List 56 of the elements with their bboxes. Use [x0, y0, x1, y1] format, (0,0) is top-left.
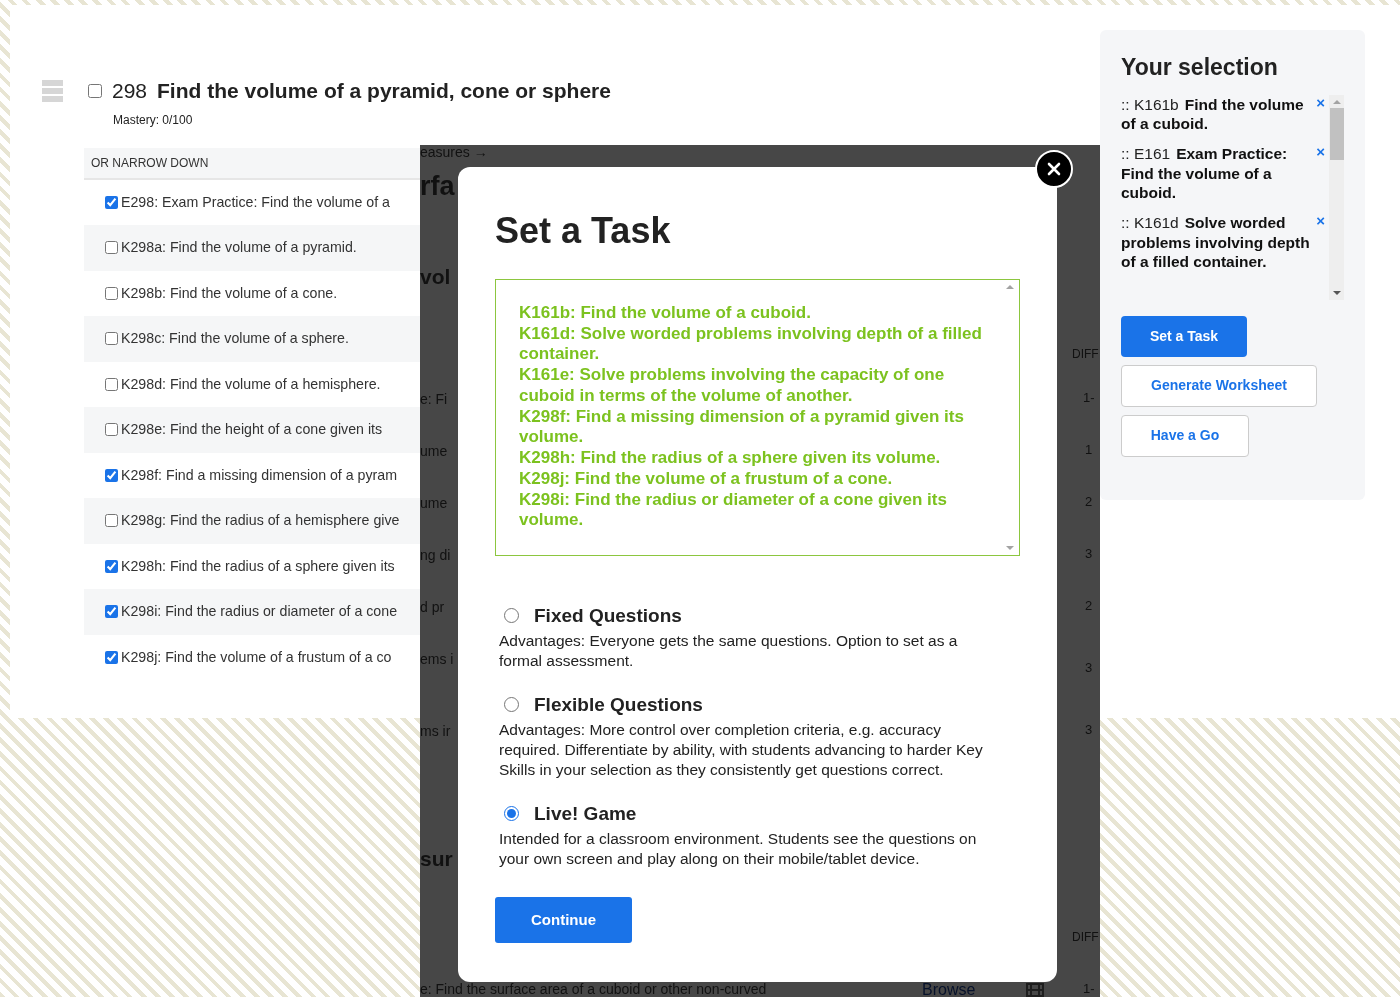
option-description: Advantages: More control over completion criteria, e.g. accuracy required. Differentiate by ability, with students advancing to harder Key Skills in your selection as they consistently get questions correct. [499, 719, 984, 780]
remove-button[interactable]: × [1312, 94, 1329, 111]
skill-checkbox[interactable] [105, 195, 118, 209]
skill-label[interactable]: K298d: Find the volume of a hemisphere. [121, 373, 381, 395]
skill-label[interactable]: K298b: Find the volume of a cone. [121, 282, 338, 304]
skill-label[interactable]: K298h: Find the radius of a sphere given its [121, 555, 395, 577]
selected-skill: K161d: Solve worded problems involving depth of a filled container. [519, 323, 983, 366]
drag-handle-icon[interactable] [42, 79, 63, 102]
skill-checkbox[interactable] [105, 514, 118, 528]
skill-label[interactable]: E298: Exam Practice: Find the volume of a [121, 191, 390, 213]
selected-skill: K298f: Find a missing dimension of a pyramid given its volume. [519, 406, 965, 449]
skill-checkbox[interactable] [105, 605, 118, 619]
skill-label[interactable]: K298j: Find the volume of a frustum of a co [121, 646, 392, 668]
close-icon [1047, 162, 1061, 176]
scrollbar[interactable] [1329, 94, 1344, 300]
option-label[interactable]: Fixed Questions [534, 606, 682, 625]
skill-checkbox[interactable] [105, 332, 118, 346]
scrollbar-thumb[interactable] [1329, 107, 1344, 160]
skill-checkbox[interactable] [105, 377, 118, 391]
option-label[interactable]: Live! Game [534, 803, 637, 823]
skill-checkbox[interactable] [105, 423, 118, 437]
selected-skill: K298j: Find the volume of a frustum of a cone. [519, 468, 894, 490]
task-type-radio[interactable] [504, 608, 519, 623]
topic-number: 298 [112, 78, 148, 104]
primary-button[interactable]: Set a Task [1121, 315, 1247, 357]
outline-button[interactable]: Have a Go [1121, 414, 1249, 457]
scroll-down-icon[interactable] [1332, 289, 1341, 296]
panel-title: Your selection [1121, 53, 1279, 82]
scroll-up-icon[interactable] [1006, 284, 1014, 290]
selected-skill: K161e: Solve problems involving the capacity of one cuboid in terms of the volume of another. [519, 365, 946, 407]
topic-checkbox[interactable] [88, 83, 102, 98]
skill-checkbox[interactable] [105, 650, 118, 664]
option-description: Advantages: Everyone gets the same questions. Option to set as a formal assessment. [499, 631, 959, 671]
dialog-title: Set a Task [495, 213, 672, 249]
option-description: Intended for a classroom environment. Students see the questions on your own screen and play along on their mobile/tablet device. [499, 828, 978, 869]
skill-checkbox[interactable] [105, 286, 118, 300]
selected-skill: K298h: Find the radius of a sphere given its volume. [519, 448, 942, 469]
selected-skill: K298i: Find the radius or diameter of a cone given its volume. [519, 489, 948, 532]
section-heading: OR NARROW DOWN [84, 147, 420, 180]
outline-button[interactable]: Generate Worksheet [1121, 364, 1317, 407]
task-type-radio[interactable] [504, 696, 519, 712]
skill-checkbox[interactable] [105, 559, 118, 573]
topic-title: Find the volume of a pyramid, cone or sphere [157, 78, 611, 104]
skill-label[interactable]: K298f: Find a missing dimension of a pyram [121, 464, 397, 486]
skill-checkbox[interactable] [105, 241, 118, 255]
remove-button[interactable]: × [1312, 212, 1329, 229]
continue-button[interactable]: Continue [495, 896, 632, 943]
option-label[interactable]: Flexible Questions [534, 694, 703, 714]
selected-skill: K161b: Find the volume of a cuboid. [519, 303, 812, 324]
task-type-radio[interactable] [504, 805, 519, 821]
selection-item: :: E161 Exam Practice: Find the volume of a cuboid. [1121, 143, 1289, 203]
mastery-score: Mastery: 0/100 [113, 111, 194, 129]
selection-item: :: K161b Find the volume of a cuboid. [1121, 94, 1305, 134]
selection-item: :: K161d Solve worded problems involving depth of a filled container. [1121, 212, 1311, 272]
remove-button[interactable]: × [1312, 143, 1329, 160]
skill-checkbox[interactable] [105, 468, 118, 482]
